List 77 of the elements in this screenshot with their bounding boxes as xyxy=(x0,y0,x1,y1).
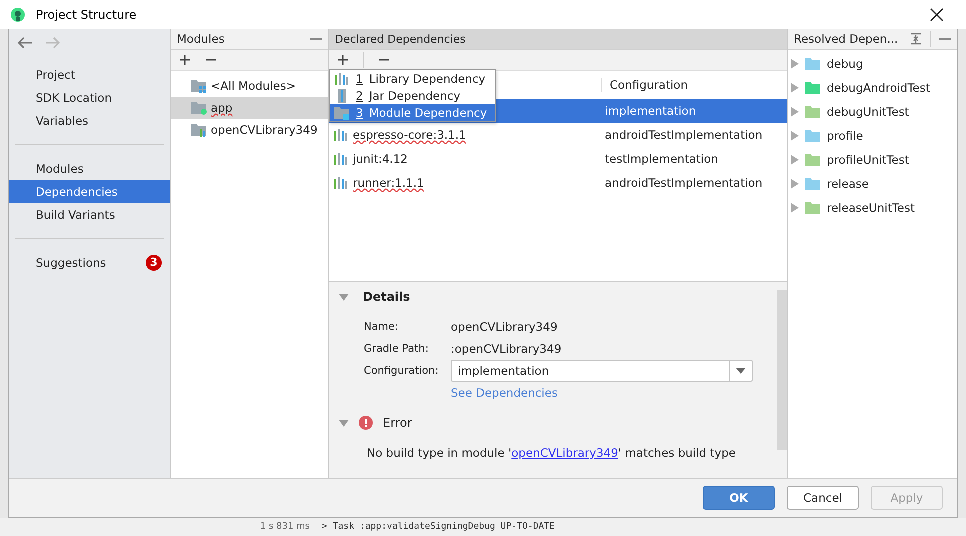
section-title: Details xyxy=(363,290,410,304)
library-icon xyxy=(333,176,347,190)
dialog-button[interactable]: OK xyxy=(703,486,775,510)
android-studio-icon xyxy=(10,6,26,22)
field-value: openCVLibrary349 xyxy=(451,320,558,334)
console-line: > Task :app:validateSigningDebug UP-TO-DATE xyxy=(322,522,555,532)
field-label: Name: xyxy=(364,321,400,333)
module-item[interactable]: app xyxy=(171,97,328,119)
sidebar-item[interactable]: Build Variants xyxy=(9,203,170,226)
dependency-row[interactable]: runner:1.1.1 androidTestImplementation xyxy=(329,171,787,195)
expand-triangle-icon[interactable] xyxy=(791,179,799,189)
column-header[interactable]: Configuration xyxy=(601,78,787,92)
window-title: Project Structure xyxy=(36,8,138,22)
library-icon xyxy=(333,128,347,142)
sidebar-item[interactable]: Dependencies xyxy=(9,180,170,203)
library-icon xyxy=(333,152,347,166)
tree-item[interactable]: releaseUnitTest xyxy=(788,196,957,220)
tree-item[interactable]: release xyxy=(788,172,957,196)
field-label: Configuration: xyxy=(364,365,440,377)
expand-triangle-icon[interactable] xyxy=(791,59,799,69)
panel-title: Declared Dependencies xyxy=(335,32,467,46)
back-arrow-icon[interactable] xyxy=(17,37,33,49)
table-cell-text: androidTestImplementation xyxy=(604,176,764,190)
forward-arrow-icon[interactable] xyxy=(45,37,61,49)
tree-item[interactable]: debugUnitTest xyxy=(788,100,957,124)
folder-icon xyxy=(191,123,207,137)
table-cell: runner:1.1.1 xyxy=(353,176,424,190)
folder-icon xyxy=(191,79,207,93)
folder-icon xyxy=(334,106,350,120)
configuration-dropdown[interactable]: implementation xyxy=(451,360,753,382)
menu-item[interactable]: 3 Module Dependency xyxy=(330,104,496,121)
count-badge: 3 xyxy=(146,254,162,270)
table-cell-text: testImplementation xyxy=(604,152,720,166)
menu-item[interactable]: 1 Library Dependency xyxy=(330,70,496,87)
table-cell-text: androidTestImplementation xyxy=(604,128,764,142)
tree-item[interactable]: debug xyxy=(788,52,957,76)
tree-item[interactable]: profile xyxy=(788,124,957,148)
sidebar-item[interactable]: Modules xyxy=(9,157,170,180)
module-item[interactable]: <All Modules> xyxy=(171,75,328,97)
folder-icon xyxy=(191,101,207,115)
field-label: Gradle Path: xyxy=(364,343,430,355)
dependency-row[interactable]: junit:4.12 testImplementation xyxy=(329,147,787,171)
table-cell: junit:4.12 xyxy=(353,152,408,166)
add-icon[interactable] xyxy=(337,54,349,66)
see-dependencies-link[interactable]: See Dependencies xyxy=(451,386,558,400)
sidebar-item[interactable]: Suggestions 3 xyxy=(9,251,170,274)
module-link[interactable]: openCVLibrary349 xyxy=(512,446,618,460)
sidebar-item[interactable]: SDK Location xyxy=(9,86,170,109)
table-cell: espresso-core:3.1.1 xyxy=(353,128,466,142)
collapse-triangle-icon[interactable] xyxy=(339,292,349,302)
close-icon[interactable] xyxy=(930,8,944,22)
scrollbar-thumb[interactable] xyxy=(777,290,787,450)
build-timing: 1 s 831 ms xyxy=(259,522,311,532)
expand-triangle-icon[interactable] xyxy=(791,203,799,213)
panel-title: Modules xyxy=(177,32,226,46)
expand-triangle-icon[interactable] xyxy=(791,131,799,141)
table-cell-text: implementation xyxy=(604,104,698,118)
error-icon xyxy=(359,416,373,430)
library-icon xyxy=(334,72,350,86)
sidebar-item[interactable]: Variables xyxy=(9,109,170,132)
collapse-all-icon[interactable] xyxy=(910,33,922,45)
panel-title: Resolved Depen... xyxy=(794,32,900,46)
error-message: No build type in module 'openCVLibrary349' matches build type xyxy=(367,446,737,460)
sidebar-item[interactable]: Project xyxy=(9,63,170,86)
expand-triangle-icon[interactable] xyxy=(791,107,799,117)
collapse-triangle-icon[interactable] xyxy=(339,418,349,428)
tree-item[interactable]: profileUnitTest xyxy=(788,148,957,172)
module-item[interactable]: openCVLibrary349 xyxy=(171,119,328,141)
expand-triangle-icon[interactable] xyxy=(791,83,799,93)
field-value: :openCVLibrary349 xyxy=(451,342,562,356)
dependency-row[interactable]: espresso-core:3.1.1 androidTestImplementation xyxy=(329,123,787,147)
tree-item[interactable]: debugAndroidTest xyxy=(788,76,957,100)
add-icon[interactable] xyxy=(179,54,191,66)
dropdown-arrow-icon xyxy=(736,368,746,374)
dialog-button[interactable]: Cancel xyxy=(787,486,859,510)
section-title: Error xyxy=(383,416,412,430)
expand-triangle-icon[interactable] xyxy=(791,155,799,165)
